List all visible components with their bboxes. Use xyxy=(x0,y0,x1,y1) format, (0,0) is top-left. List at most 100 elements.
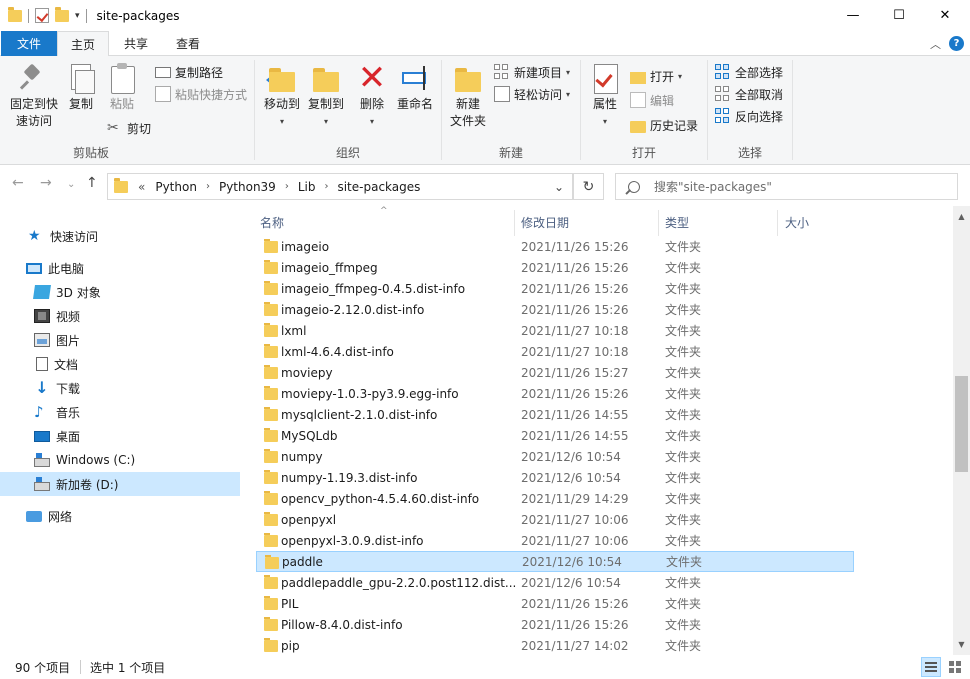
file-modified-date: 2021/11/26 15:27 xyxy=(521,365,629,380)
table-row[interactable]: moviepy 2021/11/26 15:27 文件夹 xyxy=(256,362,854,383)
table-row[interactable]: Pillow-8.4.0.dist-info 2021/11/26 15:26 文件… xyxy=(256,614,854,635)
table-row[interactable]: mysqlclient-2.1.0.dist-info 2021/11/26 14… xyxy=(256,404,854,425)
table-row[interactable]: imageio 2021/11/26 15:26 文件夹 xyxy=(256,236,854,257)
delete-button[interactable]: ✕ 删除 ▾ xyxy=(354,61,390,130)
breadcrumb-python39[interactable]: Python39 xyxy=(214,180,281,194)
table-row[interactable]: openpyxl 2021/11/27 10:06 文件夹 xyxy=(256,509,854,530)
chevron-right-icon[interactable]: › xyxy=(320,181,332,192)
forward-arrow-icon[interactable]: → xyxy=(40,175,52,191)
new-folder-icon[interactable] xyxy=(55,6,69,22)
large-icons-view-button[interactable] xyxy=(945,657,965,677)
table-row[interactable]: lxml 2021/11/27 10:18 文件夹 xyxy=(256,320,854,341)
table-row[interactable]: moviepy-1.0.3-py3.9.egg-info 2021/11/26 1… xyxy=(256,383,854,404)
new-folder-button[interactable]: 新建 文件夹 xyxy=(446,62,490,130)
column-header-name[interactable]: 名称 xyxy=(260,214,284,231)
close-button[interactable]: ✕ xyxy=(922,0,968,31)
chevron-right-icon[interactable]: › xyxy=(202,181,214,192)
address-history-chevron-icon[interactable]: ⌄ xyxy=(554,180,564,194)
title-bar: ▾ site-packages — ☐ ✕ xyxy=(0,0,970,31)
move-to-button[interactable]: 移动到 ▾ xyxy=(260,62,304,130)
select-all-button[interactable]: 全部选择 xyxy=(715,62,783,82)
paste-button[interactable]: 粘贴 xyxy=(104,62,140,113)
rename-label: 重命名 xyxy=(396,97,433,111)
table-row[interactable]: numpy 2021/12/6 10:54 文件夹 xyxy=(256,446,854,467)
scrollbar-thumb[interactable] xyxy=(955,376,968,472)
nav-item-drive-d[interactable]: 新加卷 (D:) xyxy=(0,472,240,496)
chevron-right-icon[interactable]: › xyxy=(281,181,293,192)
easy-access-button[interactable]: 轻松访问 ▾ xyxy=(494,84,570,104)
table-row[interactable]: opencv_python-4.5.4.60.dist-info 2021/11/… xyxy=(256,488,854,509)
collapse-ribbon-chevron-icon[interactable]: ︿ xyxy=(930,31,941,56)
invert-selection-button[interactable]: 反向选择 xyxy=(715,106,783,126)
table-row[interactable]: imageio_ffmpeg-0.4.5.dist-info 2021/11/26… xyxy=(256,278,854,299)
properties-icon[interactable] xyxy=(35,8,49,23)
copy-to-button[interactable]: 复制到 ▾ xyxy=(304,62,348,130)
breadcrumb-lib[interactable]: Lib xyxy=(293,180,321,194)
tab-share[interactable]: 共享 xyxy=(112,31,160,56)
nav-item-desktop[interactable]: 桌面 xyxy=(0,424,240,448)
copy-button[interactable]: 复制 xyxy=(63,62,99,113)
scroll-up-arrow-icon[interactable]: ▲ xyxy=(953,208,970,225)
column-divider[interactable] xyxy=(514,210,515,236)
nav-item-pictures[interactable]: 图片 xyxy=(0,328,240,352)
column-divider[interactable] xyxy=(777,210,778,236)
copy-path-button[interactable]: 复制路径 xyxy=(155,62,223,82)
details-view-button[interactable] xyxy=(921,657,941,677)
table-row[interactable]: MySQLdb 2021/11/26 14:55 文件夹 xyxy=(256,425,854,446)
nav-item-downloads[interactable]: ↓ 下载 xyxy=(0,376,240,400)
column-divider[interactable] xyxy=(658,210,659,236)
help-icon[interactable]: ? xyxy=(949,36,964,51)
paste-shortcut-button[interactable]: 粘贴快捷方式 xyxy=(155,84,247,104)
recent-locations-chevron-icon[interactable]: ⌄ xyxy=(67,179,75,190)
copy-label: 复制 xyxy=(68,97,93,111)
cut-button[interactable]: ✂ 剪切 xyxy=(107,118,151,138)
address-bar[interactable]: « Python › Python39 › Lib › site-package… xyxy=(107,173,573,200)
column-header-type[interactable]: 类型 xyxy=(665,214,689,231)
history-button[interactable]: 历史记录 xyxy=(630,115,698,135)
table-row[interactable]: imageio-2.12.0.dist-info 2021/11/26 15:26… xyxy=(256,299,854,320)
scroll-down-arrow-icon[interactable]: ▼ xyxy=(953,636,970,653)
table-row[interactable]: PIL 2021/11/26 15:26 文件夹 xyxy=(256,593,854,614)
rename-button[interactable]: 重命名 xyxy=(393,62,437,113)
properties-button[interactable]: 属性 ▾ xyxy=(587,62,623,130)
nav-item-videos[interactable]: 视频 xyxy=(0,304,240,328)
scissors-icon: ✂ xyxy=(107,120,119,136)
nav-item-this-pc[interactable]: 此电脑 xyxy=(0,256,240,280)
column-header-modified[interactable]: 修改日期 xyxy=(521,214,569,231)
nav-item-documents[interactable]: 文档 xyxy=(0,352,240,376)
table-row[interactable]: paddlepaddle_gpu-2.2.0.post112.dist... 20… xyxy=(256,572,854,593)
table-row[interactable]: lxml-4.6.4.dist-info 2021/11/27 10:18 文件夹 xyxy=(256,341,854,362)
column-header-size[interactable]: 大小 xyxy=(785,214,809,231)
table-row[interactable]: imageio_ffmpeg 2021/11/26 15:26 文件夹 xyxy=(256,257,854,278)
open-button[interactable]: 打开 ▾ xyxy=(630,66,682,86)
minimize-button[interactable]: — xyxy=(830,0,876,31)
up-arrow-icon[interactable]: ↑ xyxy=(86,175,98,191)
nav-label: 此电脑 xyxy=(48,261,85,276)
back-arrow-icon[interactable]: ← xyxy=(12,175,24,191)
breadcrumb-site-packages[interactable]: site-packages xyxy=(332,180,425,194)
tab-file[interactable]: 文件 xyxy=(1,31,57,56)
customize-toolbar-chevron-icon[interactable]: ▾ xyxy=(75,11,80,21)
new-item-button[interactable]: 新建项目 ▾ xyxy=(494,62,570,82)
table-row[interactable]: paddle 2021/12/6 10:54 文件夹 xyxy=(256,551,854,572)
breadcrumb-python[interactable]: Python xyxy=(150,180,202,194)
file-type: 文件夹 xyxy=(665,324,702,338)
breadcrumb-overflow[interactable]: « xyxy=(128,180,150,194)
tab-view[interactable]: 查看 xyxy=(164,31,212,56)
nav-item-drive-c[interactable]: Windows (C:) xyxy=(0,448,240,472)
select-none-button[interactable]: 全部取消 xyxy=(715,84,783,104)
search-input[interactable]: 搜索"site-packages" xyxy=(615,173,958,200)
refresh-button[interactable]: ↻ xyxy=(573,173,604,200)
pin-quick-access-button[interactable]: 固定到快 速访问 xyxy=(5,62,63,130)
nav-item-music[interactable]: ♪ 音乐 xyxy=(0,400,240,424)
table-row[interactable]: pip 2021/11/27 14:02 文件夹 xyxy=(256,635,854,655)
table-row[interactable]: openpyxl-3.0.9.dist-info 2021/11/27 10:06… xyxy=(256,530,854,551)
table-row[interactable]: numpy-1.19.3.dist-info 2021/12/6 10:54 文件夹 xyxy=(256,467,854,488)
vertical-scrollbar[interactable]: ▲ ▼ xyxy=(953,206,970,655)
edit-button[interactable]: 编辑 xyxy=(630,90,674,110)
nav-item-3d-objects[interactable]: 3D 对象 xyxy=(0,280,240,304)
maximize-button[interactable]: ☐ xyxy=(876,0,922,31)
nav-item-quick-access[interactable]: ★ 快速访问 xyxy=(0,224,240,248)
tab-home[interactable]: 主页 xyxy=(57,31,109,57)
nav-item-network[interactable]: 网络 xyxy=(0,504,240,528)
